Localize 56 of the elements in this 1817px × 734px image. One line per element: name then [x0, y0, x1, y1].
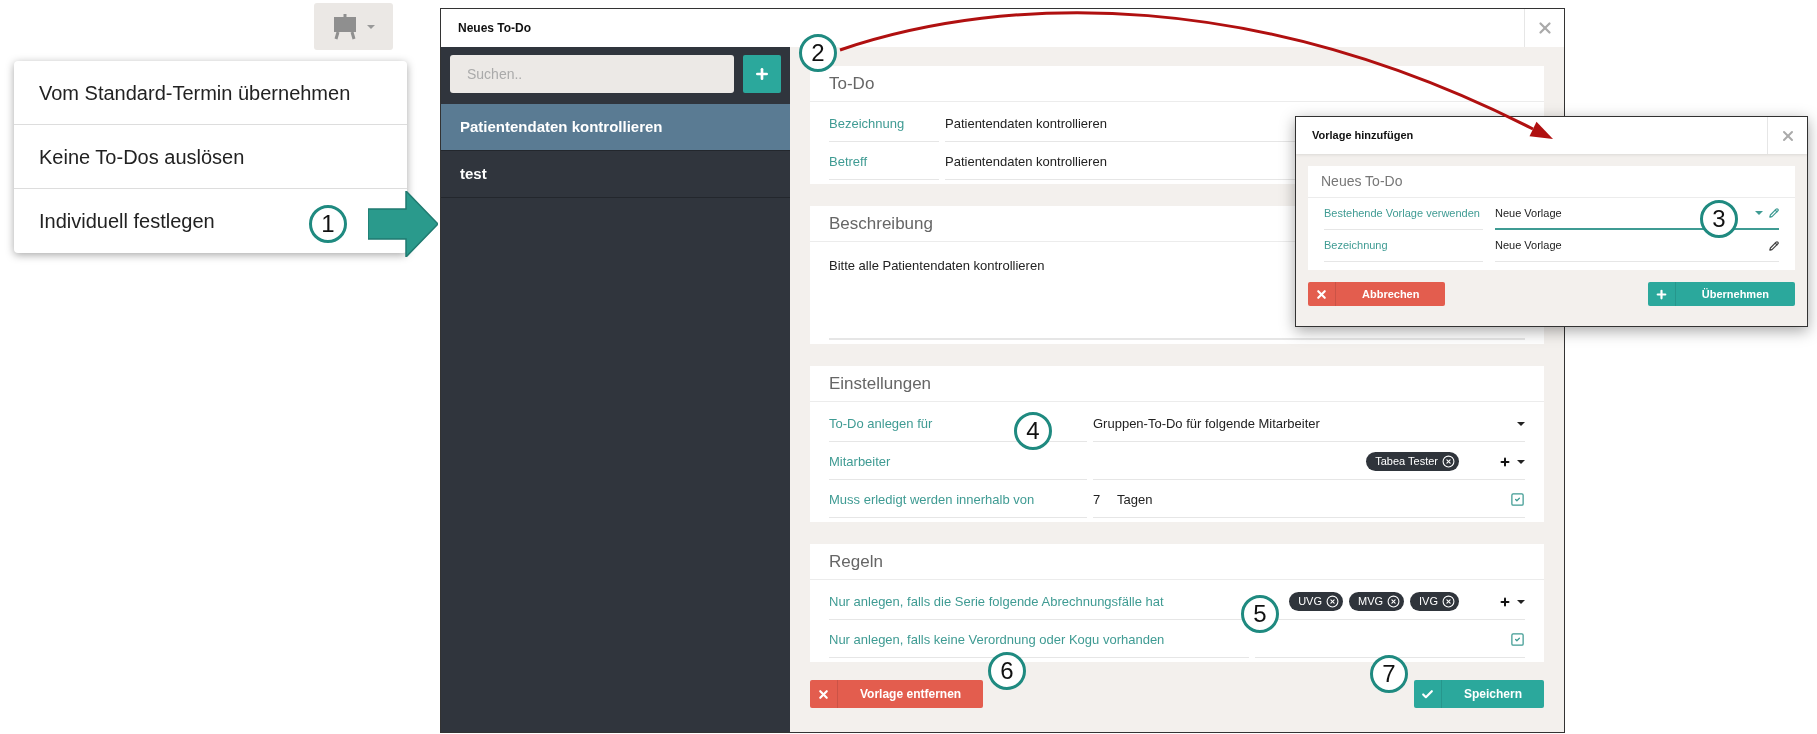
arrow-icon — [368, 191, 438, 257]
template-item[interactable]: Patientendaten kontrollieren — [441, 104, 790, 151]
text-field[interactable]: Patientendaten kontrollieren — [945, 113, 1107, 134]
unit-label: Tagen — [1117, 490, 1153, 509]
plus-icon — [754, 66, 770, 82]
caret-icon — [1517, 459, 1525, 464]
field-label: Nur anlegen, falls keine Verordnung oder Kogu vorhanden — [829, 630, 1165, 649]
number-field[interactable]: 7 — [1093, 489, 1113, 510]
caret-icon — [366, 24, 375, 29]
check-icon — [1420, 687, 1434, 701]
remove-icon[interactable] — [1442, 455, 1455, 468]
close-icon — [817, 687, 830, 701]
checkbox[interactable] — [1510, 632, 1525, 647]
easel-icon — [332, 13, 357, 40]
caret-icon — [1755, 211, 1763, 215]
field-label: Muss erledigt werden innerhalb von — [829, 490, 1035, 509]
section-title: To-Do — [829, 72, 875, 95]
select-field[interactable]: Gruppen-To-Do für folgende Mitarbeiter — [1093, 406, 1525, 441]
checkbox[interactable] — [1510, 492, 1525, 507]
presenter-button[interactable] — [314, 3, 393, 50]
field-label: Betreff — [829, 152, 868, 171]
plus-icon — [1654, 287, 1668, 301]
field-label: Bestehende Vorlage verwenden — [1324, 206, 1480, 222]
tag-chip: MVG — [1349, 592, 1405, 611]
field-label: Bezeichnung — [829, 114, 905, 133]
tag-chip: Tabea Tester — [1366, 452, 1459, 471]
add-icon[interactable] — [1499, 455, 1511, 468]
search-field[interactable]: Suchen.. — [450, 55, 734, 93]
add-icon[interactable] — [1499, 595, 1511, 608]
add-button[interactable] — [743, 55, 781, 93]
menu-item[interactable]: Keine To-Dos auslösen — [39, 141, 245, 172]
menu-item[interactable]: Vom Standard-Termin übernehmen — [39, 77, 351, 108]
caret-icon — [1517, 421, 1525, 426]
popup-title: Vorlage hinzufügen — [1312, 128, 1414, 144]
pencil-icon[interactable] — [1769, 240, 1779, 251]
description-text: Bitte alle Patientendaten kontrollieren — [829, 257, 1046, 275]
field-label: To-Do anlegen für — [829, 414, 933, 433]
field-label: Bezeichnung — [1324, 238, 1388, 254]
section-title: Neues To-Do — [1321, 172, 1403, 191]
tag-chip: UVG — [1289, 592, 1343, 611]
remove-icon[interactable] — [1387, 595, 1401, 608]
tag-chip: IVG — [1410, 592, 1459, 611]
action-button[interactable]: Vorlage entfernen — [810, 680, 984, 708]
field-label: Mitarbeiter — [829, 452, 891, 471]
menu-item[interactable]: Individuell festlegen — [39, 206, 215, 236]
section-title: Einstellungen — [829, 372, 932, 395]
remove-icon[interactable] — [1326, 595, 1339, 608]
section-title: Beschreibung — [829, 212, 933, 235]
text-field[interactable]: Patientendaten kontrollieren — [945, 151, 1107, 172]
dialog-title: Neues To-Do — [458, 20, 532, 37]
remove-icon[interactable] — [1442, 595, 1455, 608]
action-button[interactable]: Abbrechen — [1308, 282, 1446, 306]
field-label: Nur anlegen, falls die Serie folgende Abrechnungsfälle hat — [829, 592, 1164, 611]
close-icon — [1315, 287, 1328, 301]
caret-icon — [1517, 599, 1525, 604]
section-title: Regeln — [829, 550, 883, 573]
